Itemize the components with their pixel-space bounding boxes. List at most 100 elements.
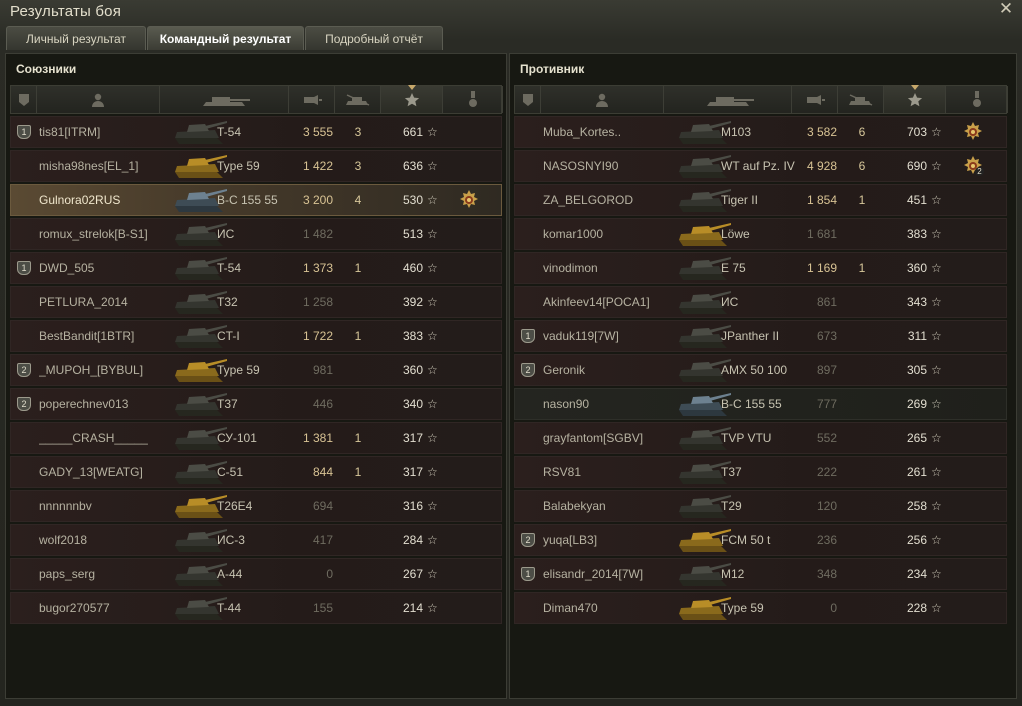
xp-value: 343 xyxy=(906,295,927,309)
platoon-badge: 2 xyxy=(521,363,535,377)
player-row[interactable]: PETLURA_2014 T32 1 258 392 ☆ xyxy=(10,286,502,318)
tab-team-result[interactable]: Командный результат xyxy=(147,26,304,50)
damage-value: 3 200 xyxy=(302,193,333,207)
allies-column-header xyxy=(10,85,503,114)
xp-value: 636 xyxy=(402,159,423,173)
player-row[interactable]: vinodimon E 75 1 169 1 360 ☆ xyxy=(514,252,1007,284)
xp-value: 340 xyxy=(402,397,423,411)
xp-value: 392 xyxy=(402,295,423,309)
player-row[interactable]: 1 tis81[ITRM] T-54 3 555 3 661 ☆ xyxy=(10,116,502,148)
star-icon: ☆ xyxy=(427,363,438,377)
star-icon: ☆ xyxy=(427,601,438,615)
star-icon: ☆ xyxy=(931,533,942,547)
star-icon: ☆ xyxy=(931,499,942,513)
platoon-icon[interactable] xyxy=(11,86,37,113)
player-name: grayfantom[SGBV] xyxy=(543,431,644,445)
tank-icon[interactable] xyxy=(160,86,289,113)
player-row[interactable]: 2 yuqa[LB3] FCM 50 t 236 256 ☆ xyxy=(514,524,1007,556)
player-row[interactable]: nason90 В-С 155 55 777 269 ☆ xyxy=(514,388,1007,420)
kills-value xyxy=(852,423,872,453)
order-medal-icon[interactable] xyxy=(963,122,983,142)
tank-icon[interactable] xyxy=(664,86,792,113)
kills-icon[interactable] xyxy=(838,86,884,113)
kills-value xyxy=(348,287,368,317)
player-row[interactable]: Balabekyan T29 120 258 ☆ xyxy=(514,490,1007,522)
xp-value: 360 xyxy=(906,261,927,275)
damage-value: 1 373 xyxy=(302,261,333,275)
player-row[interactable]: grayfantom[SGBV] TVP VTU 552 265 ☆ xyxy=(514,422,1007,454)
star-icon: ☆ xyxy=(931,465,942,479)
kills-value xyxy=(348,219,368,249)
player-row[interactable]: 1 DWD_505 T-54 1 373 1 460 ☆ xyxy=(10,252,502,284)
xp-star-icon[interactable] xyxy=(381,85,443,113)
xp-value: 267 xyxy=(402,567,423,581)
player-row[interactable]: ZA_BELGOROD Tiger II 1 854 1 451 ☆ xyxy=(514,184,1007,216)
damage-value: 417 xyxy=(312,533,333,547)
star-icon: ☆ xyxy=(931,193,942,207)
player-row[interactable]: 1 elisandr_2014[7W] M12 348 234 ☆ xyxy=(514,558,1007,590)
star-icon: ☆ xyxy=(427,397,438,411)
star-icon: ☆ xyxy=(427,125,438,139)
player-icon[interactable] xyxy=(541,86,664,113)
tab-detailed-report[interactable]: Подробный отчёт xyxy=(305,26,443,50)
player-name: Diman470 xyxy=(543,601,598,615)
kills-value: 1 xyxy=(354,261,362,275)
xp-value: 305 xyxy=(906,363,927,377)
xp-value: 228 xyxy=(906,601,927,615)
platoon-badge: 2 xyxy=(17,363,31,377)
damage-icon[interactable] xyxy=(792,86,838,113)
kills-value: 1 xyxy=(354,431,362,445)
player-row[interactable]: NASOSNYI90 WT auf Pz. IV 4 928 6 690 ☆ 2 xyxy=(514,150,1007,182)
player-row[interactable]: 2 _MUPOH_[BYBUL] Type 59 981 360 ☆ xyxy=(10,354,502,386)
xp-value: 383 xyxy=(402,329,423,343)
player-row[interactable]: BestBandit[1BTR] CT-I 1 722 1 383 ☆ xyxy=(10,320,502,352)
player-row[interactable]: bugor270577 T-44 155 214 ☆ xyxy=(10,592,502,624)
damage-icon[interactable] xyxy=(289,86,335,113)
player-icon[interactable] xyxy=(37,86,160,113)
sort-arrow-icon xyxy=(910,85,919,90)
kills-value: 4 xyxy=(354,193,362,207)
player-name: yuqa[LB3] xyxy=(543,533,598,547)
damage-value: 0 xyxy=(326,567,333,581)
player-name: ZA_BELGOROD xyxy=(543,193,634,207)
damage-value: 3 555 xyxy=(302,125,333,139)
player-row[interactable]: Akinfeev14[POCA1] ИС 861 343 ☆ xyxy=(514,286,1007,318)
xp-star-icon[interactable] xyxy=(884,85,946,113)
player-row[interactable]: romux_strelok[B-S1] ИС 1 482 513 ☆ xyxy=(10,218,502,250)
medal-icon[interactable] xyxy=(443,86,503,113)
player-row[interactable]: misha98nes[EL_1] Type 59 1 422 3 636 ☆ xyxy=(10,150,502,182)
order-medal-icon[interactable] xyxy=(459,190,479,210)
player-row[interactable]: wolf2018 ИС-3 417 284 ☆ xyxy=(10,524,502,556)
player-row[interactable]: nnnnnnbv T26E4 694 316 ☆ xyxy=(10,490,502,522)
player-row[interactable]: 1 vaduk119[7W] JPanther II 673 311 ☆ xyxy=(514,320,1007,352)
player-row[interactable]: Muba_Kortes.. M103 3 582 6 703 ☆ xyxy=(514,116,1007,148)
player-row[interactable]: Gulnora02RUS В-С 155 55 3 200 4 530 ☆ xyxy=(10,184,502,216)
order-medal-icon[interactable]: 2 xyxy=(963,156,984,176)
allies-panel: Союзники 1 tis81[ITRM] T-54 3 555 3 661 ☆ misha… xyxy=(5,53,507,699)
player-row[interactable]: 2 Geronik AMX 50 100 897 305 ☆ xyxy=(514,354,1007,386)
tab-personal-result[interactable]: Личный результат xyxy=(6,26,146,50)
damage-value: 1 169 xyxy=(806,261,837,275)
player-row[interactable]: komar1000 Löwe 1 681 383 ☆ xyxy=(514,218,1007,250)
kills-value: 1 xyxy=(354,465,362,479)
kills-value: 6 xyxy=(858,159,866,173)
xp-value: 317 xyxy=(402,431,423,445)
player-name: Geronik xyxy=(543,363,586,377)
player-row[interactable]: GADY_13[WEATG] С-51 844 1 317 ☆ xyxy=(10,456,502,488)
player-row[interactable]: 2 poperechnev013 T37 446 340 ☆ xyxy=(10,388,502,420)
medal-icon[interactable] xyxy=(946,86,1008,113)
player-row[interactable]: _____CRASH_____ СУ-101 1 381 1 317 ☆ xyxy=(10,422,502,454)
player-row[interactable]: Diman470 Type 59 0 228 ☆ xyxy=(514,592,1007,624)
kills-icon[interactable] xyxy=(335,86,381,113)
xp-value: 265 xyxy=(906,431,927,445)
damage-value: 236 xyxy=(816,533,837,547)
star-icon: ☆ xyxy=(427,227,438,241)
star-icon: ☆ xyxy=(931,567,942,581)
player-row[interactable]: RSV81 T37 222 261 ☆ xyxy=(514,456,1007,488)
player-name: Akinfeev14[POCA1] xyxy=(543,295,650,309)
platoon-icon[interactable] xyxy=(515,86,541,113)
player-name: vinodimon xyxy=(543,261,598,275)
close-icon[interactable]: ✕ xyxy=(998,0,1014,17)
player-row[interactable]: paps_serg A-44 0 267 ☆ xyxy=(10,558,502,590)
damage-value: 4 928 xyxy=(806,159,837,173)
